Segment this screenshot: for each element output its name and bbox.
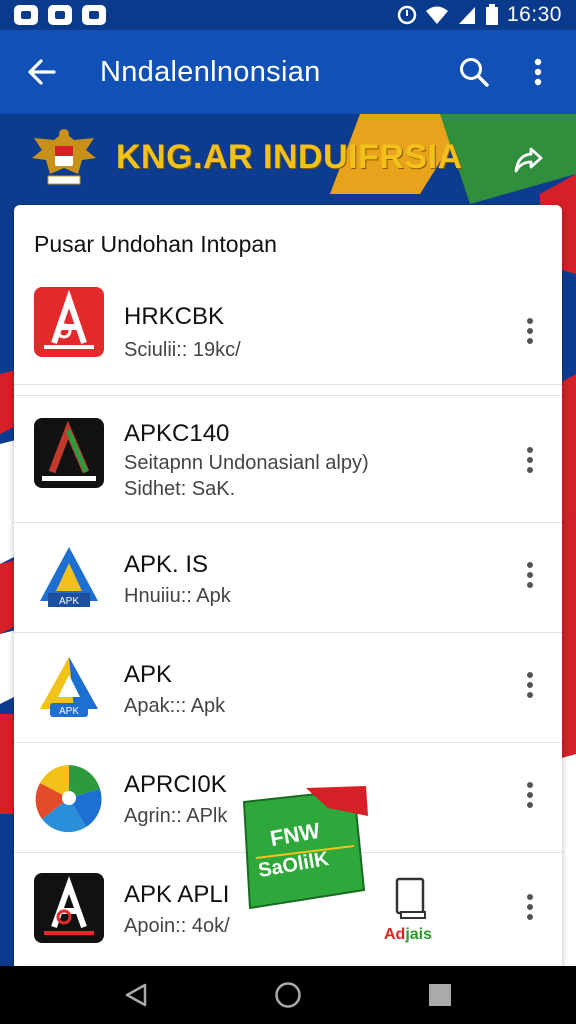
more-options-button[interactable] [518, 50, 558, 94]
item-menu-button[interactable] [520, 889, 540, 925]
app-icon [48, 5, 72, 25]
battery-icon [485, 4, 498, 25]
app-detail: Sidhet: SaK. [124, 478, 236, 500]
list-item[interactable]: APKC140 Seitapnn Undonasianl alpy) Sidhe… [14, 395, 562, 523]
app-subtitle: Seitapnn Undonasianl alpy) [124, 452, 369, 474]
status-bar: 16:30 [0, 0, 576, 30]
app-subtitle: Apoin:: 4ok/ [124, 915, 230, 937]
search-icon [460, 58, 489, 87]
promo-sticker[interactable]: FNW SaOlilK [236, 786, 372, 912]
item-menu-button[interactable] [520, 557, 540, 593]
app-bar: Nndalenlnonsian [0, 30, 576, 114]
item-menu-button[interactable] [520, 667, 540, 703]
black-a-logo-icon [34, 418, 104, 488]
garuda-emblem-icon [32, 129, 96, 185]
wifi-icon [425, 6, 448, 24]
notification-icon [14, 5, 38, 25]
app-title: Nndalenlnonsian [100, 55, 321, 88]
back-button[interactable] [0, 30, 84, 114]
gallery-icon [82, 5, 106, 25]
app-name: APRCI0K [124, 771, 227, 798]
nav-back-button[interactable] [106, 966, 166, 1024]
app-name: HRKCBK [124, 303, 225, 330]
list-item[interactable]: APK APK Apak::: Apk [14, 633, 562, 743]
app-name: APK [124, 661, 173, 688]
document-icon [395, 877, 426, 919]
svg-text:APK: APK [59, 706, 79, 717]
item-menu-button[interactable] [520, 777, 540, 813]
sticker-badge-icon [242, 786, 368, 910]
status-time: 16:30 [506, 3, 562, 26]
nav-recents-button[interactable] [410, 966, 470, 1024]
app-name: APK. IS [124, 551, 209, 578]
share-button[interactable] [508, 140, 548, 180]
arrow-left-icon [28, 59, 56, 85]
app-subtitle: Apak::: Apk [124, 695, 226, 717]
banner-title: KNG.AR INDUIFRSIA [116, 138, 463, 176]
signal-icon [458, 7, 475, 24]
list-item[interactable]: HRKCBK Sciulii:: 19kc/ [14, 275, 562, 385]
app-subtitle: Agrin:: APlk [124, 805, 228, 827]
item-menu-button[interactable] [520, 313, 540, 349]
list-header: Pusar Undohan Intopan [34, 231, 277, 257]
nav-home-button[interactable] [258, 966, 318, 1024]
red-a-logo-icon [34, 287, 104, 357]
more-vert-icon [534, 58, 542, 86]
item-menu-button[interactable] [520, 442, 540, 478]
system-nav-bar [0, 966, 576, 1024]
alarm-icon [397, 5, 417, 25]
app-name: APKC140 [124, 420, 230, 447]
recents-nav-icon [429, 984, 451, 1006]
share-icon [514, 147, 543, 173]
colorful-circle-icon [34, 763, 104, 833]
search-button[interactable] [452, 50, 496, 94]
back-nav-icon [125, 983, 147, 1007]
app-name: APK APLI [124, 881, 230, 908]
app-subtitle: Hnuiiu:: Apk [124, 585, 231, 607]
blue-yellow-triangle-apk-icon: APK [34, 651, 104, 721]
document-label: Adjais [384, 926, 433, 943]
list-item[interactable]: APK APK. IS Hnuiiu:: Apk [14, 523, 562, 633]
home-nav-icon [275, 982, 301, 1008]
app-subtitle: Sciulii:: 19kc/ [124, 339, 241, 361]
blue-triangle-apk-icon: APK [34, 541, 104, 611]
svg-text:APK: APK [59, 596, 79, 607]
black-red-a-logo-icon [34, 873, 104, 943]
